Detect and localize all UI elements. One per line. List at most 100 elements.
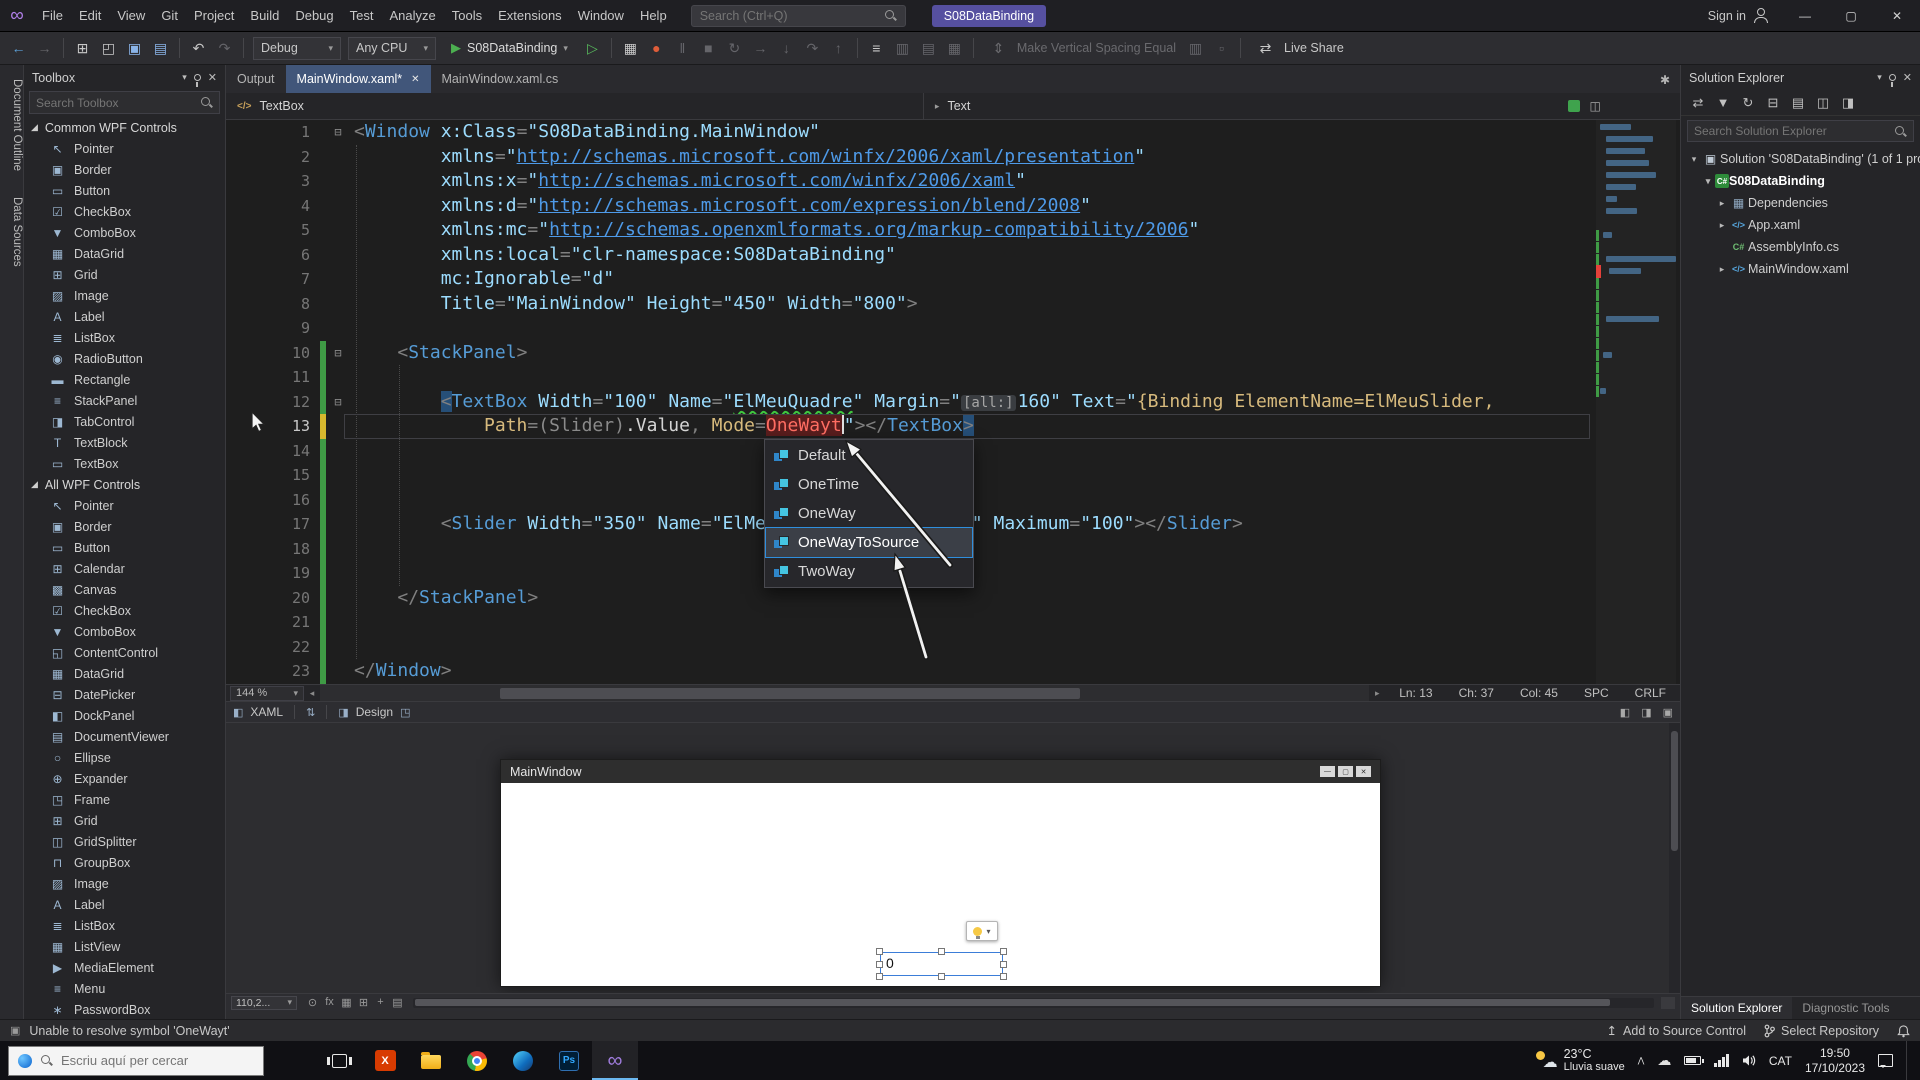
design-view-button[interactable]: Design (356, 705, 393, 719)
weather-widget[interactable]: ☁ 23°C Lluvia suave (1536, 1047, 1625, 1074)
menu-file[interactable]: File (34, 1, 71, 31)
tab-data-sources[interactable]: Data Sources (0, 185, 23, 279)
toolbox-item-pointer[interactable]: ↖Pointer (24, 138, 225, 159)
menu-build[interactable]: Build (242, 1, 287, 31)
selection-handle[interactable] (1000, 961, 1007, 968)
code-line-10[interactable]: 10⊟ <StackPanel> (226, 341, 1680, 366)
onedrive-icon[interactable]: ☁ (1657, 1052, 1671, 1069)
refresh-icon[interactable]: ↻ (1741, 95, 1755, 111)
close-icon[interactable]: ✕ (208, 71, 217, 84)
swap-panes-icon[interactable]: ⇅ (306, 706, 315, 719)
toolbox-item-stackpanel[interactable]: ≡StackPanel (24, 390, 225, 411)
toolbox-search-box[interactable] (29, 91, 220, 114)
toolbox-item-mediaelement[interactable]: ▶MediaElement (24, 957, 225, 978)
selection-handle[interactable] (876, 973, 883, 980)
toolbox-item-passwordbox[interactable]: ∗PasswordBox (24, 999, 225, 1019)
split-window-icon[interactable]: ◫ (1589, 99, 1600, 113)
scrollbar-thumb[interactable] (500, 688, 1080, 699)
remove-spacing-icon[interactable]: ▫ (1209, 35, 1234, 61)
pin-icon[interactable] (194, 74, 201, 81)
popout-icon[interactable]: ◳ (400, 706, 410, 719)
windows-search-input[interactable] (61, 1053, 254, 1068)
selection-handle[interactable] (938, 973, 945, 980)
toolbox-item-image[interactable]: ▨Image (24, 873, 225, 894)
code-line-21[interactable]: 21 (226, 610, 1680, 635)
toolbox-item-button[interactable]: ▭Button (24, 180, 225, 201)
xaml-design-splitter[interactable]: ◧ XAML ⇅ ◨ Design ◳ ◧ ◨ ▣ (226, 701, 1680, 723)
member-dropdown[interactable]: ▸ Text ◫ (924, 93, 1622, 119)
snap-to-grid-icon[interactable]: ⊞ (355, 996, 372, 1009)
line-ending-indicator[interactable]: CRLF (1635, 686, 1666, 700)
select-repository-button[interactable]: Select Repository (1764, 1024, 1879, 1038)
toolbox-item-rectangle[interactable]: ▬Rectangle (24, 369, 225, 390)
tree-item-solution-s08databinding-1-of-1-proje[interactable]: ▾▣Solution 'S08DataBinding' (1 of 1 proj… (1681, 148, 1920, 170)
file-explorer-button[interactable] (408, 1041, 454, 1080)
pending-changes-filter-icon[interactable]: ▼ (1716, 95, 1730, 110)
toolbox-item-button[interactable]: ▭Button (24, 537, 225, 558)
toolbox-item-radiobutton[interactable]: ◉RadioButton (24, 348, 225, 369)
close-tab-icon[interactable]: ✕ (411, 74, 419, 85)
code-line-3[interactable]: 3 xmlns:x="http://schemas.microsoft.com/… (226, 169, 1680, 194)
design-vertical-scrollbar[interactable] (1669, 723, 1680, 993)
tab-mainwindow-xaml-cs[interactable]: MainWindow.xaml.cs (431, 65, 570, 93)
office-app-button[interactable]: X (362, 1041, 408, 1080)
scrollbar-thumb[interactable] (415, 999, 1610, 1006)
selection-handle[interactable] (876, 948, 883, 955)
chevron-down-icon[interactable]: ▾ (1877, 72, 1882, 83)
panel-tab-solution-explorer[interactable]: Solution Explorer (1681, 997, 1792, 1019)
tree-expander-icon[interactable]: ▸ (1715, 264, 1729, 275)
completion-item-twoway[interactable]: TwoWay (766, 557, 972, 586)
toolbox-item-label[interactable]: ALabel (24, 894, 225, 915)
zoom-level-dropdown[interactable]: 144 % ▾ (230, 686, 304, 701)
tab-mainwindow-xaml[interactable]: MainWindow.xaml*✕ (286, 65, 431, 93)
document-health-icon[interactable] (1568, 100, 1580, 112)
break-all-icon[interactable]: ‖ (670, 35, 695, 61)
notifications-button[interactable] (1897, 1024, 1910, 1038)
design-surface[interactable]: MainWindow — ▢ ✕ ▾ (226, 723, 1680, 993)
code-line-22[interactable]: 22 (226, 635, 1680, 660)
toolbox-item-ellipse[interactable]: ○Ellipse (24, 747, 225, 768)
zoom-fit-icon[interactable]: ⊙ (304, 996, 321, 1009)
menu-project[interactable]: Project (186, 1, 242, 31)
scroll-right-icon[interactable]: ▸ (1369, 688, 1385, 699)
toolbox-item-listbox[interactable]: ≣ListBox (24, 327, 225, 348)
panel-tab-diagnostic-tools[interactable]: Diagnostic Tools (1792, 997, 1899, 1019)
find-in-files-icon[interactable]: ≡ (864, 35, 889, 61)
code-line-9[interactable]: 9 (226, 316, 1680, 341)
toolbox-item-expander[interactable]: ⊕Expander (24, 768, 225, 789)
toolbox-item-grid[interactable]: ⊞Grid (24, 810, 225, 831)
step-out-icon[interactable]: ↑ (826, 35, 851, 61)
tree-expander-icon[interactable]: ▸ (1715, 220, 1729, 231)
toolbox-item-dockpanel[interactable]: ◧DockPanel (24, 705, 225, 726)
minimap[interactable] (1596, 120, 1676, 684)
xaml-view-button[interactable]: XAML (250, 705, 283, 719)
quick-actions-lightbulb[interactable]: ▾ (966, 921, 998, 941)
toolbox-search-input[interactable] (36, 96, 194, 110)
tree-item-dependencies[interactable]: ▸▦Dependencies (1681, 192, 1920, 214)
show-next-statement-icon[interactable]: → (748, 35, 773, 61)
tree-item-assemblyinfo-cs[interactable]: C#AssemblyInfo.cs (1681, 236, 1920, 258)
solution-platforms-dropdown[interactable]: Any CPU▾ (348, 37, 436, 60)
code-line-11[interactable]: 11 (226, 365, 1680, 390)
windows-search-box[interactable] (8, 1046, 264, 1076)
design-zoom-dropdown[interactable]: 110,2... ▾ (231, 996, 297, 1010)
expand-pane-icon[interactable]: ▣ (1663, 706, 1673, 719)
toolbox-item-datagrid[interactable]: ▦DataGrid (24, 243, 225, 264)
align-lefts-icon[interactable]: ▥ (890, 35, 915, 61)
show-grid-icon[interactable]: ▦ (338, 996, 355, 1009)
completion-item-onetime[interactable]: OneTime (766, 470, 972, 499)
toolbox-item-textbox[interactable]: ▭TextBox (24, 453, 225, 474)
completion-item-onewaytosource[interactable]: OneWayToSource (766, 528, 972, 557)
step-over-icon[interactable]: ↷ (800, 35, 825, 61)
stop-debugging-icon[interactable]: ■ (696, 35, 721, 61)
solution-configurations-dropdown[interactable]: Debug▾ (253, 37, 341, 60)
toolbox-item-checkbox[interactable]: ☑CheckBox (24, 201, 225, 222)
tree-expander-icon[interactable]: ▾ (1701, 176, 1715, 187)
solution-search-input[interactable] (1694, 124, 1888, 138)
vertical-split-icon[interactable]: ◧ (1620, 706, 1630, 719)
edge-button[interactable] (500, 1041, 546, 1080)
keyboard-language-button[interactable]: CAT (1769, 1054, 1792, 1068)
tree-item-s08databinding[interactable]: ▾C#S08DataBinding (1681, 170, 1920, 192)
task-view-button[interactable] (316, 1041, 362, 1080)
taskbar-clock[interactable]: 19:50 17/10/2023 (1805, 1046, 1865, 1076)
